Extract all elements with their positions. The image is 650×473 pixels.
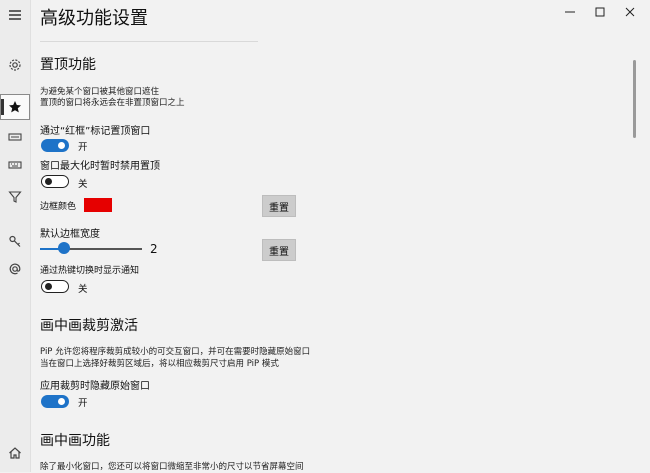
maximize-disable-toggle[interactable] — [41, 175, 69, 188]
maximize-icon[interactable] — [585, 2, 615, 22]
toggle-knob — [45, 177, 52, 185]
home-icon[interactable] — [0, 440, 30, 466]
vertical-scrollbar[interactable] — [633, 60, 636, 138]
red-frame-state: 开 — [78, 142, 88, 153]
red-frame-label: 通过“红框”标记置顶窗口 — [40, 126, 151, 137]
border-width-label: 默认边框宽度 — [40, 229, 100, 240]
slider-track[interactable] — [64, 248, 142, 250]
hotkey-notify-toggle[interactable] — [41, 280, 69, 293]
pip-desc-line1: 除了最小化窗口，您还可以将窗口微缩至非常小的尺寸以节省屏幕空间 — [40, 462, 304, 472]
star-icon[interactable] — [0, 94, 30, 120]
reset-border-width-button[interactable]: 重置 — [262, 239, 296, 261]
topmost-desc-line2: 置顶的窗口将永远会在非置顶窗口之上 — [40, 98, 185, 108]
settings-window: 高级功能设置 置顶功能 为避免某个窗口被其他窗口遮住 置顶的窗口将永远会在非置顶… — [0, 0, 650, 472]
settings-icon[interactable] — [0, 52, 30, 78]
section-heading-topmost: 置顶功能 — [40, 57, 96, 73]
close-icon[interactable] — [615, 2, 645, 22]
toggle-knob — [58, 398, 65, 405]
hotkey-notify-label: 通过热键切换时显示通知 — [40, 266, 140, 276]
keyboard-alt-icon[interactable] — [0, 152, 30, 178]
title-divider — [40, 41, 258, 42]
minimize-icon[interactable] — [555, 2, 585, 22]
toggle-knob — [58, 142, 65, 149]
section-heading-pip: 画中画功能 — [40, 433, 110, 449]
maximize-disable-label: 窗口最大化时暂时禁用置顶 — [40, 161, 160, 172]
menu-icon[interactable] — [0, 2, 30, 28]
key-icon[interactable] — [0, 228, 30, 254]
nav-rail — [0, 0, 31, 472]
maximize-disable-state: 关 — [78, 179, 88, 190]
hotkey-notify-state: 关 — [78, 284, 88, 295]
border-width-slider-thumb[interactable] — [58, 242, 70, 254]
filter-icon[interactable] — [0, 184, 30, 210]
section-heading-crop: 画中画裁剪激活 — [40, 318, 138, 334]
red-frame-toggle[interactable] — [41, 139, 69, 152]
reset-border-color-button[interactable]: 重置 — [262, 195, 296, 217]
at-icon[interactable] — [0, 256, 30, 282]
border-color-label: 边框颜色 — [40, 202, 77, 212]
hide-original-toggle[interactable] — [41, 395, 69, 408]
border-width-value: 2 — [150, 242, 158, 256]
hide-original-state: 开 — [78, 398, 88, 409]
page-title: 高级功能设置 — [40, 8, 148, 29]
keyboard-icon[interactable] — [0, 124, 30, 150]
toggle-knob — [45, 282, 52, 290]
border-color-swatch[interactable] — [84, 198, 112, 212]
hide-original-label: 应用裁剪时隐藏原始窗口 — [40, 381, 150, 392]
crop-desc-line1: PiP 允许您将程序裁剪成较小的可交互窗口，并可在需要时隐藏原始窗口 — [40, 347, 311, 357]
crop-desc-line2: 当在窗口上选择好裁剪区域后，将以相应裁剪尺寸启用 PiP 模式 — [40, 359, 279, 369]
